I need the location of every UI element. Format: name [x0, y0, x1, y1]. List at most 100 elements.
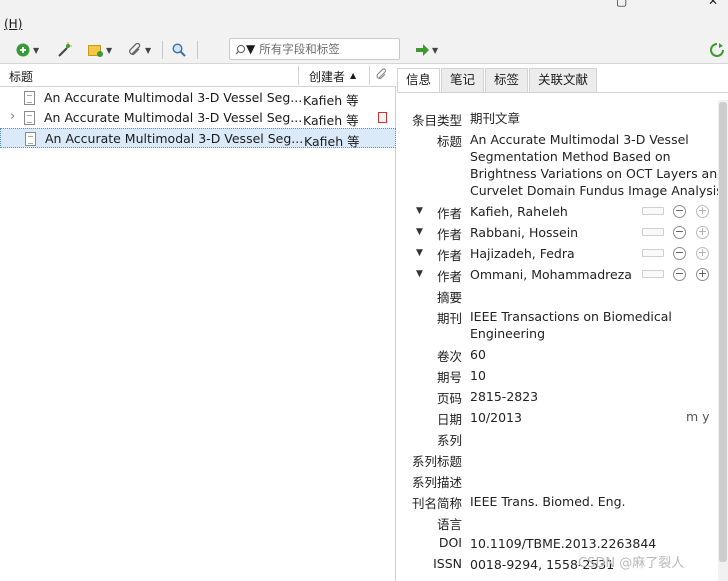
plus-circle-icon: [16, 43, 30, 57]
journal-article-icon: [24, 91, 35, 105]
issn-label: ISSN: [433, 556, 462, 571]
volume-label: 卷次: [436, 349, 462, 364]
series-text-label: 系列描述: [411, 475, 462, 490]
attachment-column-icon[interactable]: [376, 68, 388, 83]
chevron-down-icon: ▼: [145, 45, 152, 55]
magnifier-icon: [172, 43, 186, 57]
list-item[interactable]: An Accurate Multimodal 3-D Vessel Seg...…: [0, 88, 396, 108]
item-title: An Accurate Multimodal 3-D Vessel Seg...: [44, 90, 303, 105]
journal-abbr-value[interactable]: IEEE Trans. Biomed. Eng.: [470, 493, 626, 510]
tab-notes[interactable]: 笔记: [441, 68, 485, 92]
new-item-button[interactable]: ▼: [16, 40, 39, 60]
go-to-reader-button[interactable]: ▼: [416, 40, 438, 60]
magic-wand-icon: [58, 42, 72, 57]
add-attachment-button[interactable]: ▼: [128, 40, 151, 60]
close-icon[interactable]: ✕: [708, 0, 718, 8]
doi-value[interactable]: 10.1109/TBME.2013.2263844: [470, 535, 656, 552]
search-box[interactable]: ▼ 所有字段和标签: [229, 38, 400, 60]
series-label: 系列: [436, 433, 462, 448]
expand-twisty-icon[interactable]: ›: [10, 109, 15, 124]
title-bar: ▢ ✕: [0, 0, 728, 10]
note-icon: [88, 45, 103, 57]
abstract-label: 摘要: [436, 290, 462, 305]
author-label[interactable]: 作者: [398, 245, 462, 264]
journal-article-icon: [24, 111, 35, 125]
column-header: 标题 创建者 ▲: [0, 64, 396, 87]
author-name[interactable]: Ommani, Mohammadreza: [470, 266, 632, 283]
title-value[interactable]: An Accurate Multimodal 3-D Vessel Segmen…: [470, 131, 725, 199]
item-creator: Kafieh 等: [303, 93, 359, 108]
add-creator-icon[interactable]: +: [696, 226, 709, 239]
add-creator-icon[interactable]: +: [696, 205, 709, 218]
column-title[interactable]: 标题: [9, 68, 33, 85]
author-name[interactable]: Rabbani, Hossein: [470, 224, 578, 241]
column-divider[interactable]: [298, 66, 299, 85]
doi-label: DOI: [438, 535, 462, 550]
date-value[interactable]: 10/2013: [470, 409, 522, 426]
item-tabs: 信息 笔记 标签 关联文献: [397, 68, 598, 92]
column-creator[interactable]: 创建者: [309, 68, 345, 85]
remove-creator-icon[interactable]: −: [673, 226, 686, 239]
add-creator-icon[interactable]: +: [696, 247, 709, 260]
title-label: 标题: [436, 134, 462, 149]
list-item[interactable]: › An Accurate Multimodal 3-D Vessel Seg.…: [0, 108, 396, 128]
title-line: An Accurate Multimodal 3-D Vessel: [470, 132, 689, 147]
issue-value[interactable]: 10: [470, 367, 486, 384]
remove-creator-icon[interactable]: −: [673, 205, 686, 218]
add-by-identifier-button[interactable]: [56, 40, 72, 60]
item-creator: Kafieh 等: [304, 134, 360, 149]
search-icon: [235, 44, 246, 54]
remove-creator-icon[interactable]: −: [673, 268, 686, 281]
menu-help[interactable]: (H): [4, 17, 22, 31]
item-type-label: 条目类型: [411, 113, 462, 128]
item-type-value[interactable]: 期刊文章: [470, 110, 520, 127]
tab-info[interactable]: 信息: [397, 68, 441, 92]
info-scrollbar[interactable]: [718, 100, 728, 581]
restore-icon[interactable]: ▢: [616, 0, 627, 8]
add-creator-icon[interactable]: +: [696, 268, 709, 281]
search-input[interactable]: 所有字段和标签: [259, 41, 340, 57]
search-mode-chevron-icon[interactable]: ▼: [246, 42, 255, 56]
scrollbar-thumb[interactable]: [719, 102, 727, 562]
issue-label: 期号: [436, 370, 462, 385]
author-label[interactable]: 作者: [398, 224, 462, 243]
journal-line: IEEE Transactions on Biomedical: [470, 309, 672, 324]
date-label: 日期: [436, 412, 462, 427]
sync-button[interactable]: [710, 40, 724, 60]
journal-abbr-label: 刊名简称: [411, 496, 462, 511]
new-note-button[interactable]: ▼: [88, 40, 112, 60]
title-line: Curvelet Domain Fundus Image Analysis: [470, 183, 723, 198]
author-label[interactable]: 作者: [398, 266, 462, 285]
menu-bar: (H): [0, 10, 728, 36]
toolbar-separator: [197, 41, 198, 59]
toolbar-separator: [162, 41, 163, 59]
column-divider[interactable]: [369, 66, 370, 85]
tab-related[interactable]: 关联文献: [529, 68, 598, 92]
pages-label: 页码: [436, 391, 462, 406]
tab-tags[interactable]: 标签: [485, 68, 529, 92]
name-mode-toggle[interactable]: [642, 207, 664, 215]
list-item-selected[interactable]: An Accurate Multimodal 3-D Vessel Seg...…: [0, 128, 396, 149]
item-creator: Kafieh 等: [303, 113, 359, 128]
author-name[interactable]: Hajizadeh, Fedra: [470, 245, 575, 262]
series-title-label: 系列标题: [411, 454, 462, 469]
toolbar: ▼ ▼ ▼ ▼ 所有字段和标签 ▼: [0, 36, 728, 64]
volume-value[interactable]: 60: [470, 346, 486, 363]
author-name[interactable]: Kafieh, Raheleh: [470, 203, 568, 220]
chevron-down-icon: ▼: [106, 45, 113, 55]
tab-divider: [397, 92, 728, 93]
sync-icon: [710, 43, 724, 57]
name-mode-toggle[interactable]: [642, 228, 664, 236]
pdf-attachment-icon[interactable]: [378, 112, 387, 123]
remove-creator-icon[interactable]: −: [673, 247, 686, 260]
name-mode-toggle[interactable]: [642, 249, 664, 257]
chevron-down-icon: ▼: [432, 45, 439, 55]
name-mode-toggle[interactable]: [642, 270, 664, 278]
journal-article-icon: [25, 132, 36, 146]
title-line: Segmentation Method Based on: [470, 149, 671, 164]
advanced-search-button[interactable]: [172, 40, 186, 60]
author-label[interactable]: 作者: [398, 203, 462, 222]
journal-line: Engineering: [470, 326, 545, 341]
journal-value[interactable]: IEEE Transactions on Biomedical Engineer…: [470, 308, 672, 342]
pages-value[interactable]: 2815-2823: [470, 388, 538, 405]
